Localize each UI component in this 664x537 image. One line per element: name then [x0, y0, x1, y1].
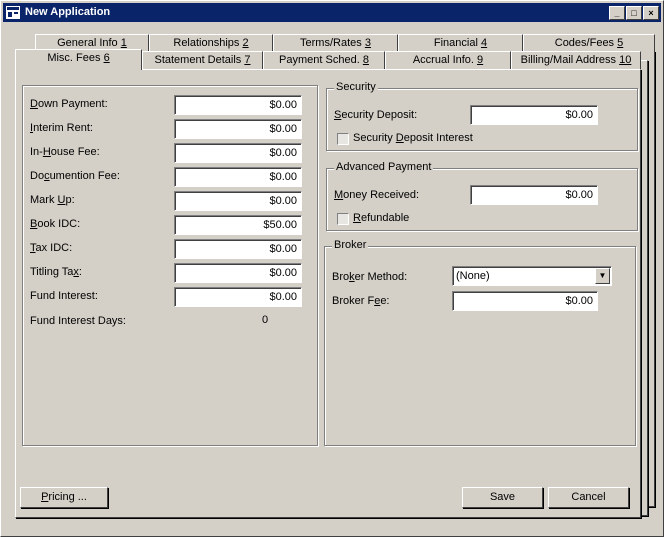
fund-interest-label: Fund Interest:: [30, 290, 98, 302]
interim-rent-label: Interim Rent:: [30, 122, 93, 134]
application-window: New Application _ □ × General Info 1 Rel…: [0, 0, 664, 537]
tab-relationships[interactable]: Relationships 2: [149, 34, 273, 52]
mark-up-label: Mark Up:: [30, 194, 75, 206]
chevron-down-icon[interactable]: ▼: [595, 268, 610, 284]
security-deposit-label: Security Deposit:: [334, 109, 418, 121]
fund-interest-days-label: Fund Interest Days:: [30, 315, 126, 327]
pricing-button[interactable]: Pricing ...: [20, 487, 108, 508]
tab-billing-mail-address[interactable]: Billing/Mail Address 10: [511, 51, 641, 69]
broker-fee-label: Broker Fee:: [332, 295, 390, 307]
money-received-label: Money Received:: [334, 189, 419, 201]
tab-misc-fees[interactable]: Misc. Fees 6: [15, 49, 142, 70]
interim-rent-field[interactable]: $0.00: [174, 119, 302, 139]
security-deposit-field[interactable]: $0.00: [470, 105, 598, 125]
advanced-payment-group-title: Advanced Payment: [334, 161, 434, 173]
in-house-fee-label: In-House Fee:: [30, 146, 100, 158]
documention-fee-field[interactable]: $0.00: [174, 167, 302, 187]
broker-method-value: (None): [456, 270, 490, 282]
tab-accrual-info[interactable]: Accrual Info. 9: [385, 51, 511, 69]
minimize-button[interactable]: _: [609, 6, 625, 20]
window-title: New Application: [25, 6, 111, 18]
tab-codes-fees[interactable]: Codes/Fees 5: [523, 34, 655, 52]
tab-payment-sched[interactable]: Payment Sched. 8: [263, 51, 385, 69]
tab-statement-details[interactable]: Statement Details 7: [142, 51, 263, 69]
broker-method-label: Broker Method:: [332, 271, 408, 283]
fund-interest-field[interactable]: $0.00: [174, 287, 302, 307]
tab-terms-rates[interactable]: Terms/Rates 3: [273, 34, 398, 52]
maximize-button[interactable]: □: [626, 6, 642, 20]
in-house-fee-field[interactable]: $0.00: [174, 143, 302, 163]
refundable-checkbox[interactable]: [337, 213, 349, 225]
tax-idc-label: Tax IDC:: [30, 242, 73, 254]
down-payment-label: Down Payment:: [30, 98, 108, 110]
broker-method-dropdown[interactable]: (None) ▼: [452, 266, 612, 286]
security-deposit-interest-checkbox[interactable]: [337, 133, 349, 145]
security-group-title: Security: [334, 81, 378, 93]
save-button[interactable]: Save: [462, 487, 543, 508]
title-bar: New Application _ □ ×: [3, 3, 661, 22]
cancel-button[interactable]: Cancel: [548, 487, 629, 508]
book-idc-field[interactable]: $50.00: [174, 215, 302, 235]
app-icon: [6, 6, 20, 19]
tab-financial[interactable]: Financial 4: [398, 34, 523, 52]
book-idc-label: Book IDC:: [30, 218, 81, 230]
broker-fee-field[interactable]: $0.00: [452, 291, 598, 311]
titling-tax-label: Titling Tax:: [30, 266, 82, 278]
close-button[interactable]: ×: [643, 6, 659, 20]
titling-tax-field[interactable]: $0.00: [174, 263, 302, 283]
money-received-field[interactable]: $0.00: [470, 185, 598, 205]
mark-up-field[interactable]: $0.00: [174, 191, 302, 211]
security-deposit-interest-label: Security Deposit Interest: [353, 132, 473, 144]
down-payment-field[interactable]: $0.00: [174, 95, 302, 115]
fund-interest-days-value: 0: [262, 314, 269, 326]
refundable-label: Refundable: [353, 212, 410, 224]
documention-fee-label: Documention Fee:: [30, 170, 120, 182]
broker-group-title: Broker: [332, 239, 369, 251]
tax-idc-field[interactable]: $0.00: [174, 239, 302, 259]
